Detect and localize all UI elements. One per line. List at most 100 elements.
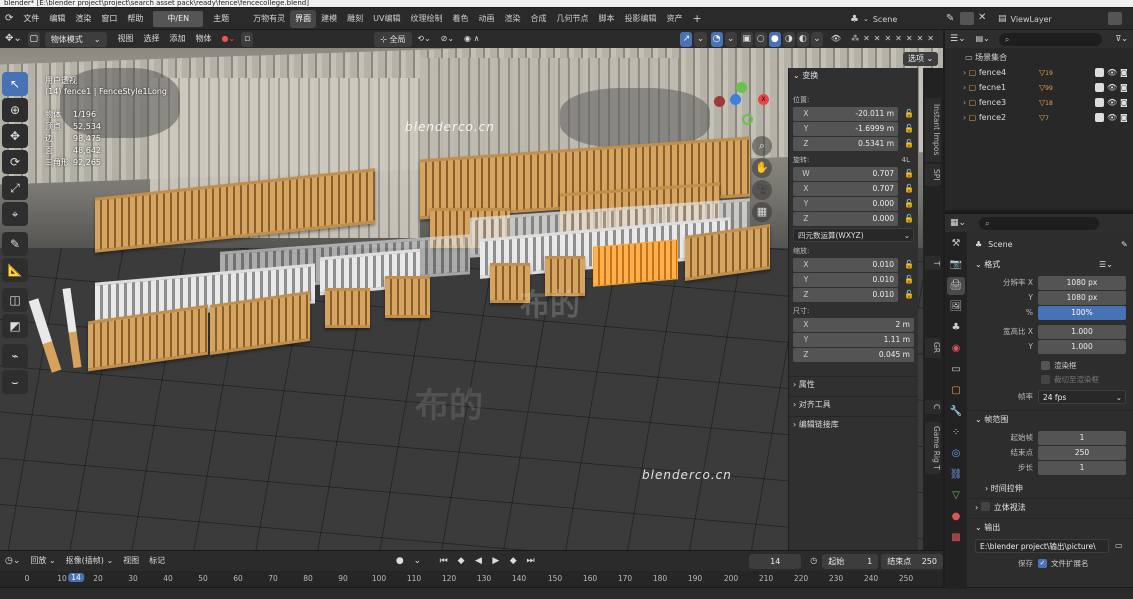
tab-projection[interactable]: 投影编辑 <box>619 10 661 28</box>
xray-icon[interactable]: ▣ <box>740 31 753 47</box>
material-tab-icon[interactable]: ● <box>947 508 965 526</box>
menu-keying[interactable]: 抠像(插帧) ⌄ <box>61 553 119 569</box>
camera-icon[interactable]: 🎥 <box>752 180 772 200</box>
output-path-input[interactable]: E:\blender project\输出\picture\ <box>975 538 1109 553</box>
tab-rendering[interactable]: 渲染 <box>499 10 525 28</box>
transform-tool-icon[interactable]: ⌖ <box>2 202 28 226</box>
lock-icon[interactable]: 🔓 <box>904 122 914 136</box>
exclude-checkbox[interactable] <box>1095 83 1104 92</box>
pan-hand-icon[interactable]: ✋ <box>752 158 772 178</box>
menu-file[interactable]: 文件 <box>18 8 44 30</box>
modifier-tab-icon[interactable]: 🔧 <box>947 403 965 421</box>
material-icon[interactable]: ●⌄ <box>217 31 241 47</box>
align-tools-panel-header[interactable]: › 对齐工具 <box>789 396 918 412</box>
frame-range-panel-header[interactable]: ⌄ 帧范围 <box>969 410 1133 428</box>
add-cube-tool-icon[interactable]: ◫ <box>2 288 28 312</box>
tab-compositing[interactable]: 合成 <box>525 10 551 28</box>
add-workspace-icon[interactable]: + <box>687 10 706 28</box>
render-tab-icon[interactable]: 📷 <box>947 256 965 274</box>
eye-icon[interactable]: 👁 <box>1107 110 1117 125</box>
scale-z-field[interactable]: Z 0.010 🔓 <box>793 288 914 302</box>
gizmo-z-axis[interactable] <box>730 94 741 105</box>
cursor-tool-icon[interactable]: ⊕ <box>2 98 28 122</box>
editor-type-icon[interactable]: ✥⌄ <box>0 31 27 47</box>
output-tab-icon[interactable]: 🖨 <box>947 277 965 295</box>
properties-panel-header[interactable]: › 属性 <box>789 376 918 392</box>
location-z-field[interactable]: Z 0.5341 m 🔓 <box>793 137 914 151</box>
eye-icon[interactable]: 👁 <box>1107 80 1117 95</box>
tab-assets[interactable]: 资产 <box>661 10 687 28</box>
menu-playback[interactable]: 回放 ⌄ <box>25 553 60 569</box>
dimension-x-field[interactable]: X2 m <box>793 318 914 332</box>
texture-tab-icon[interactable]: ▩ <box>947 529 965 547</box>
tab-c[interactable]: C <box>925 400 941 414</box>
stereoscopy-checkbox[interactable] <box>980 502 990 511</box>
resolution-x-field[interactable]: 1080 px <box>1038 275 1126 290</box>
gizmo-x-axis[interactable]: X <box>758 94 769 105</box>
jump-end-icon[interactable]: ⏭ <box>522 553 539 569</box>
rotate-tool-icon[interactable]: ⟳ <box>2 150 28 174</box>
gizmo-y-axis[interactable] <box>736 82 747 93</box>
menu-window[interactable]: 窗口 <box>96 8 122 30</box>
view-layer-tab-icon[interactable]: 🖼 <box>947 298 965 316</box>
tab-instant-impostors[interactable]: Instant Impos <box>925 98 941 162</box>
outliner-item-fence3[interactable]: › ▢ fence3 ▽18 👁 ◙ <box>945 95 1133 110</box>
stereoscopy-panel-header[interactable]: › 立体视法 <box>969 498 1133 516</box>
frame-start-field[interactable]: 1 <box>1038 430 1126 445</box>
tab-t[interactable]: T <box>925 256 941 270</box>
lock-icon[interactable]: 🔓 <box>904 197 914 211</box>
gizmo-dropdown-icon[interactable]: ⌄ <box>694 31 707 47</box>
proportional-icon[interactable]: ◉ ∧ <box>459 31 484 47</box>
material-shading-icon[interactable]: ◑ <box>782 31 795 47</box>
outliner-item-fecne1[interactable]: › ▢ fecne1 ▽99 👁 ◙ <box>945 80 1133 95</box>
playhead-frame[interactable]: 14 <box>68 573 84 582</box>
jump-start-icon[interactable]: ⏮ <box>435 553 452 569</box>
prev-key-icon[interactable]: ◆ <box>453 553 469 569</box>
render-region-tool-icon[interactable]: ◩ <box>2 314 28 338</box>
transform-panel-header[interactable]: ⌄ 变换 <box>789 68 918 84</box>
frame-rate-dropdown[interactable]: 24 fps ⌄ <box>1038 389 1126 404</box>
delete-scene-icon[interactable]: ✕ <box>978 12 986 23</box>
lock-icon[interactable]: 🔓 <box>904 137 914 151</box>
exclude-checkbox[interactable] <box>1095 68 1104 77</box>
menu-add[interactable]: 添加 <box>165 31 191 47</box>
tab-gr[interactable]: GR <box>925 338 941 358</box>
eye-icon[interactable]: 👁 <box>1107 65 1117 80</box>
resolution-percent-slider[interactable]: 100% <box>1038 305 1126 320</box>
overlay-toggle-icon[interactable]: ◔ <box>710 31 723 47</box>
world-tab-icon[interactable]: ◉ <box>947 340 965 358</box>
start-frame-field[interactable]: 起始 1 <box>822 553 879 569</box>
resolution-y-field[interactable]: 1080 px <box>1038 290 1126 305</box>
format-panel-header[interactable]: ⌄ 格式 ☰⌄ <box>969 256 1133 274</box>
tab-layout[interactable]: 界面 <box>290 9 317 28</box>
timeline-ruler[interactable]: 0 10 14 20 30 40 50 60 70 80 90 100 110 … <box>0 571 943 587</box>
transform-orientation-dropdown[interactable]: ⊹ 全局 ⌄ <box>374 31 413 59</box>
play-icon[interactable]: ▶ <box>488 553 504 569</box>
rotation-z-field[interactable]: Z 0.000 🔓 <box>793 212 914 226</box>
pin-icon[interactable]: ✎ <box>1121 240 1128 249</box>
ime-toggle[interactable]: 中/EN <box>153 10 204 27</box>
output-panel-header[interactable]: ⌄ 输出 <box>969 518 1133 536</box>
lock-icon[interactable]: 🔓 <box>904 288 914 302</box>
eye-icon[interactable]: 👁 <box>1107 95 1117 110</box>
annotate-tool-icon[interactable]: ✎ <box>2 232 28 256</box>
next-key-icon[interactable]: ◆ <box>505 553 521 569</box>
crop-border-checkbox[interactable] <box>1041 374 1050 384</box>
properties-editor-type-icon[interactable]: ▦⌄ <box>945 215 971 231</box>
frame-step-field[interactable]: 1 <box>1038 460 1126 475</box>
auto-key-icon[interactable]: ● <box>392 553 408 569</box>
scene-selector[interactable]: ♣ ⌄ Scene <box>850 11 897 27</box>
tab-sculpting[interactable]: 雕刻 <box>342 10 368 28</box>
timeline-editor-type-icon[interactable]: ◷⌄ <box>0 553 25 569</box>
exclude-checkbox[interactable] <box>1095 113 1104 122</box>
menu-edit[interactable]: 编辑 <box>44 8 70 30</box>
tab-geometry-nodes[interactable]: 几何节点 <box>551 10 593 28</box>
render-border-checkbox[interactable] <box>1041 360 1050 370</box>
location-y-field[interactable]: Y -1.6999 m 🔓 <box>793 122 914 136</box>
keying-dropdown-icon[interactable]: ⌄ <box>409 553 425 569</box>
camera-render-icon[interactable]: ◙ <box>1120 95 1128 110</box>
time-stretching-panel-header[interactable]: › 时间拉伸 <box>969 480 1133 498</box>
scene-collection-row[interactable]: ▭ 场景集合 <box>945 50 1133 65</box>
play-reverse-icon[interactable]: ◀ <box>470 553 487 569</box>
collection-tab-icon[interactable]: ▭ <box>947 361 965 379</box>
